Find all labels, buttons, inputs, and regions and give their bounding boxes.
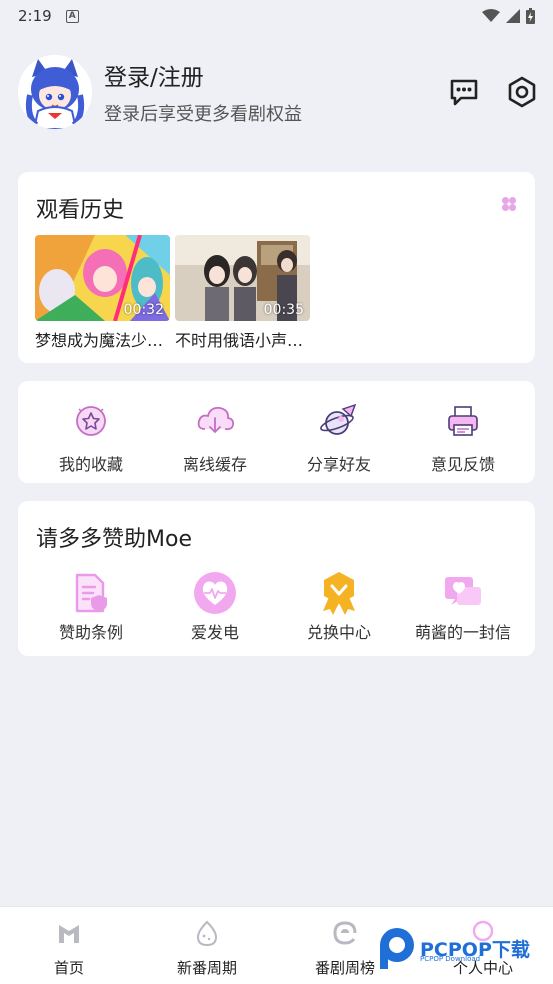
status-right <box>482 8 535 24</box>
home-m-icon <box>59 925 79 943</box>
sponsor-terms-button[interactable]: 赞助条例 <box>31 571 151 643</box>
printer-feedback-icon <box>448 406 478 436</box>
cloud-download-icon <box>197 407 235 434</box>
feedback-button[interactable]: 意见反馈 <box>403 399 523 475</box>
duration-label: 00:35 <box>263 302 304 318</box>
sponsor-label: 萌酱的一封信 <box>414 623 511 642</box>
pcpop-watermark: PCPOP下载 PCPOP Download <box>378 926 548 970</box>
pcpop-logo-icon <box>380 928 414 969</box>
moe-letter-button[interactable]: 萌酱的一封信 <box>403 571 523 643</box>
signal-icon <box>506 9 520 23</box>
tool-label: 分享好友 <box>306 455 371 474</box>
history-thumbnail-1[interactable]: 00:32 <box>35 235 170 321</box>
tab-label: 首页 <box>53 959 84 977</box>
sponsor-title: 请多多赞助Moe <box>36 527 192 552</box>
history-item-title[interactable]: 梦想成为魔法少… <box>35 327 170 351</box>
document-shield-icon <box>75 573 107 613</box>
history-thumbnail-2[interactable]: 00:35 <box>175 235 310 321</box>
login-register-title[interactable]: 登录/注册 <box>104 58 302 92</box>
history-title: 观看历史 <box>36 198 125 223</box>
tab-home[interactable]: 首页 <box>14 919 124 978</box>
notification-a-icon: A <box>65 9 79 23</box>
tab-label: 新番周期 <box>176 959 237 977</box>
settings-icon[interactable] <box>506 76 538 108</box>
status-bar: 2:19 A <box>0 0 553 32</box>
offline-cache-button[interactable]: 离线缓存 <box>155 399 275 475</box>
egg-icon <box>196 920 218 947</box>
status-time: 2:19 <box>18 7 52 25</box>
sponsor-label: 兑换中心 <box>306 623 371 642</box>
tools-card: 我的收藏 离线缓存 分享好友 意见反馈 <box>18 381 535 483</box>
sponsor-card: 请多多赞助Moe 赞助条例 爱发电 兑换中心 萌酱的一封信 <box>18 501 535 656</box>
sponsor-label: 爱发电 <box>190 623 239 642</box>
avatar-illustration <box>18 55 92 129</box>
watermark-small-text: PCPOP Download <box>420 955 481 963</box>
login-subtitle: 登录后享受更多看剧权益 <box>104 104 302 125</box>
star-badge-icon <box>76 406 106 436</box>
afdian-button[interactable]: 爱发电 <box>155 571 275 643</box>
history-item-title[interactable]: 不时用俄语小声… <box>175 327 310 351</box>
header-actions <box>448 76 538 108</box>
tool-label: 我的收藏 <box>58 455 123 474</box>
avatar[interactable] <box>18 55 92 129</box>
tool-label: 离线缓存 <box>182 455 247 474</box>
profile-header[interactable]: 登录/注册 登录后享受更多看剧权益 <box>18 54 538 130</box>
battery-icon <box>526 8 535 24</box>
share-planet-icon <box>320 403 357 435</box>
redeem-center-button[interactable]: 兑换中心 <box>279 571 399 643</box>
heart-pulse-icon <box>194 572 236 614</box>
watch-history-card: 观看历史 00:32 梦想成为魔法少… 00:35 不时用俄语小声… <box>18 172 535 363</box>
profile-text: 登录/注册 登录后享受更多看剧权益 <box>104 58 302 126</box>
chat-icon[interactable] <box>448 76 480 108</box>
letter-heart-icon <box>445 577 481 605</box>
more-grid-icon[interactable] <box>501 196 517 212</box>
swirl-e-icon <box>333 921 357 945</box>
tool-label: 意见反馈 <box>430 455 495 474</box>
sponsor-label: 赞助条例 <box>58 623 123 642</box>
favorites-button[interactable]: 我的收藏 <box>31 399 151 475</box>
tab-new-season[interactable]: 新番周期 <box>152 919 262 978</box>
share-friends-button[interactable]: 分享好友 <box>279 399 399 475</box>
duration-label: 00:32 <box>123 302 164 318</box>
wifi-icon <box>482 9 500 22</box>
medal-icon <box>323 572 355 615</box>
